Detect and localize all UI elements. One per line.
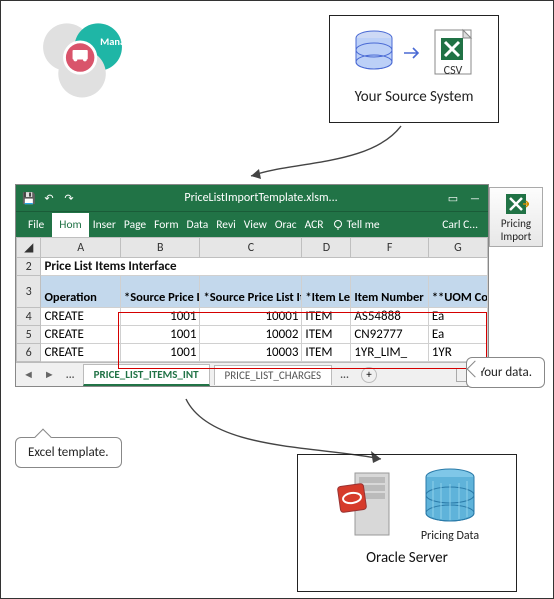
- cell[interactable]: 10002: [200, 326, 302, 344]
- user-account[interactable]: Carl C...: [436, 214, 484, 236]
- oracle-server-icon: [335, 465, 407, 543]
- spreadsheet-grid[interactable]: ◢ A B C D F G 2 Price List Items Interfa…: [16, 237, 488, 362]
- cell[interactable]: 10003: [200, 344, 302, 362]
- window-minimize-icon[interactable]: —: [468, 191, 482, 205]
- col-header-B[interactable]: B: [120, 238, 200, 258]
- callout-excel-template: Excel template.: [15, 437, 122, 468]
- pricing-data-label: Pricing Data: [421, 529, 479, 543]
- tab-oracle[interactable]: Orac: [271, 214, 301, 236]
- csv-label: CSV: [429, 64, 477, 78]
- tell-me-label: Tell me: [347, 218, 380, 232]
- table-row[interactable]: 2 Price List Items Interface: [17, 258, 488, 276]
- tab-acrobat[interactable]: ACR: [301, 214, 328, 236]
- hdr-source-price-list-item-id[interactable]: *Source Price List Item ID: [200, 276, 302, 308]
- tab-data[interactable]: Data: [183, 214, 213, 236]
- excel-export-icon: [503, 191, 529, 217]
- cell[interactable]: ITEM: [302, 326, 351, 344]
- tab-page-layout[interactable]: Page: [120, 214, 150, 236]
- database-icon: [351, 28, 397, 78]
- csv-file-icon: CSV: [429, 26, 477, 80]
- cell[interactable]: 1001: [120, 344, 200, 362]
- table-row[interactable]: 3 Operation *Source Price List ID *Sourc…: [17, 276, 488, 308]
- table-row[interactable]: 4 CREATE 1001 10001 ITEM AS54888 Ea: [17, 308, 488, 326]
- tab-formulas[interactable]: Form: [150, 214, 182, 236]
- cell[interactable]: Ea: [428, 326, 487, 344]
- tab-review[interactable]: Revi: [212, 214, 240, 236]
- save-icon[interactable]: 💾: [22, 191, 36, 205]
- cell[interactable]: 1YR_LIM_: [351, 344, 428, 362]
- sheet-nav-next-icon[interactable]: ►: [41, 368, 58, 381]
- callout-text: Your data.: [479, 365, 532, 380]
- pricing-import-button[interactable]: Pricing Import: [489, 187, 543, 247]
- sheet-tab-price-list-charges[interactable]: PRICE_LIST_CHARGES: [214, 365, 333, 385]
- cell[interactable]: CREATE: [41, 344, 121, 362]
- manage-label: Manage: [100, 35, 135, 48]
- cell[interactable]: 10001: [200, 308, 302, 326]
- sheet-nav-prev-icon[interactable]: ◄: [20, 368, 37, 381]
- row-header[interactable]: 6: [17, 344, 41, 362]
- oracle-server-panel: Pricing Data Oracle Server: [297, 454, 517, 592]
- sheet-area[interactable]: ◢ A B C D F G 2 Price List Items Interfa…: [16, 237, 488, 362]
- cell[interactable]: AS54888: [351, 308, 428, 326]
- interface-title[interactable]: Price List Items Interface: [41, 258, 488, 276]
- col-header-A[interactable]: A: [41, 238, 121, 258]
- col-header-D[interactable]: D: [302, 238, 351, 258]
- hdr-source-price-list-id[interactable]: *Source Price List ID: [120, 276, 200, 308]
- select-all-cell[interactable]: ◢: [17, 238, 41, 258]
- source-system-label: Your Source System: [336, 88, 492, 106]
- excel-ribbon: File Hom Inser Page Form Data Revi View …: [16, 211, 488, 237]
- row-header[interactable]: 5: [17, 326, 41, 344]
- cell[interactable]: Ea: [428, 308, 487, 326]
- tell-me[interactable]: Tell me: [332, 218, 380, 232]
- pricing-import-label-2: Import: [501, 230, 532, 243]
- sheet-tab-more-left[interactable]: ...: [62, 365, 79, 384]
- col-header-G[interactable]: G: [428, 238, 487, 258]
- cell[interactable]: ITEM: [302, 344, 351, 362]
- cell[interactable]: CREATE: [41, 326, 121, 344]
- callout-text: Excel template.: [28, 445, 109, 460]
- col-header-C[interactable]: C: [200, 238, 302, 258]
- cell[interactable]: ITEM: [302, 308, 351, 326]
- redo-icon[interactable]: ↷: [62, 191, 76, 205]
- table-row[interactable]: 6 CREATE 1001 10003 ITEM 1YR_LIM_ 1YR: [17, 344, 488, 362]
- window-restore-icon[interactable]: ▭: [446, 191, 460, 205]
- lightbulb-icon: [332, 219, 344, 231]
- tab-file[interactable]: File: [20, 214, 52, 236]
- database-storage-icon: [421, 467, 479, 529]
- cell[interactable]: CREATE: [41, 308, 121, 326]
- tab-insert[interactable]: Inser: [89, 214, 120, 236]
- excel-window: 💾 ↶ ↷ PriceListImportTemplate.xlsm... ▭ …: [15, 184, 489, 387]
- cell[interactable]: CN92777: [351, 326, 428, 344]
- row-header[interactable]: 2: [17, 258, 41, 276]
- sheet-tabs-bar: ◄ ► ... PRICE_LIST_ITEMS_INT PRICE_LIST_…: [16, 362, 488, 386]
- excel-titlebar: 💾 ↶ ↷ PriceListImportTemplate.xlsm... ▭ …: [16, 185, 488, 211]
- oracle-server-label: Oracle Server: [304, 549, 510, 567]
- cell[interactable]: 1001: [120, 326, 200, 344]
- hdr-operation[interactable]: Operation: [41, 276, 121, 308]
- hdr-item-number[interactable]: Item Number: [351, 276, 428, 308]
- hdr-uom-code[interactable]: **UOM Code: [428, 276, 487, 308]
- row-header[interactable]: 3: [17, 276, 41, 308]
- source-system-panel: CSV Your Source System: [329, 15, 499, 123]
- table-row[interactable]: 5 CREATE 1001 10002 ITEM CN92777 Ea: [17, 326, 488, 344]
- tab-home[interactable]: Hom: [52, 213, 88, 237]
- sheet-tab-more-right[interactable]: ...: [336, 365, 353, 384]
- manage-propeller-icon: Manage: [23, 11, 143, 106]
- sheet-tab-price-list-items[interactable]: PRICE_LIST_ITEMS_INT: [83, 364, 210, 386]
- row-header[interactable]: 4: [17, 308, 41, 326]
- arrow-source-to-excel: [231, 121, 431, 191]
- excel-file-title: PriceListImportTemplate.xlsm...: [76, 191, 446, 205]
- col-header-F[interactable]: F: [351, 238, 428, 258]
- tab-view[interactable]: View: [240, 214, 271, 236]
- hdr-item-level[interactable]: *Item Level: [302, 276, 351, 308]
- arrow-right-icon: [403, 46, 423, 60]
- add-sheet-button[interactable]: +: [361, 367, 377, 383]
- undo-icon[interactable]: ↶: [42, 191, 56, 205]
- cell[interactable]: 1001: [120, 308, 200, 326]
- pricing-import-label-1: Pricing: [501, 217, 531, 230]
